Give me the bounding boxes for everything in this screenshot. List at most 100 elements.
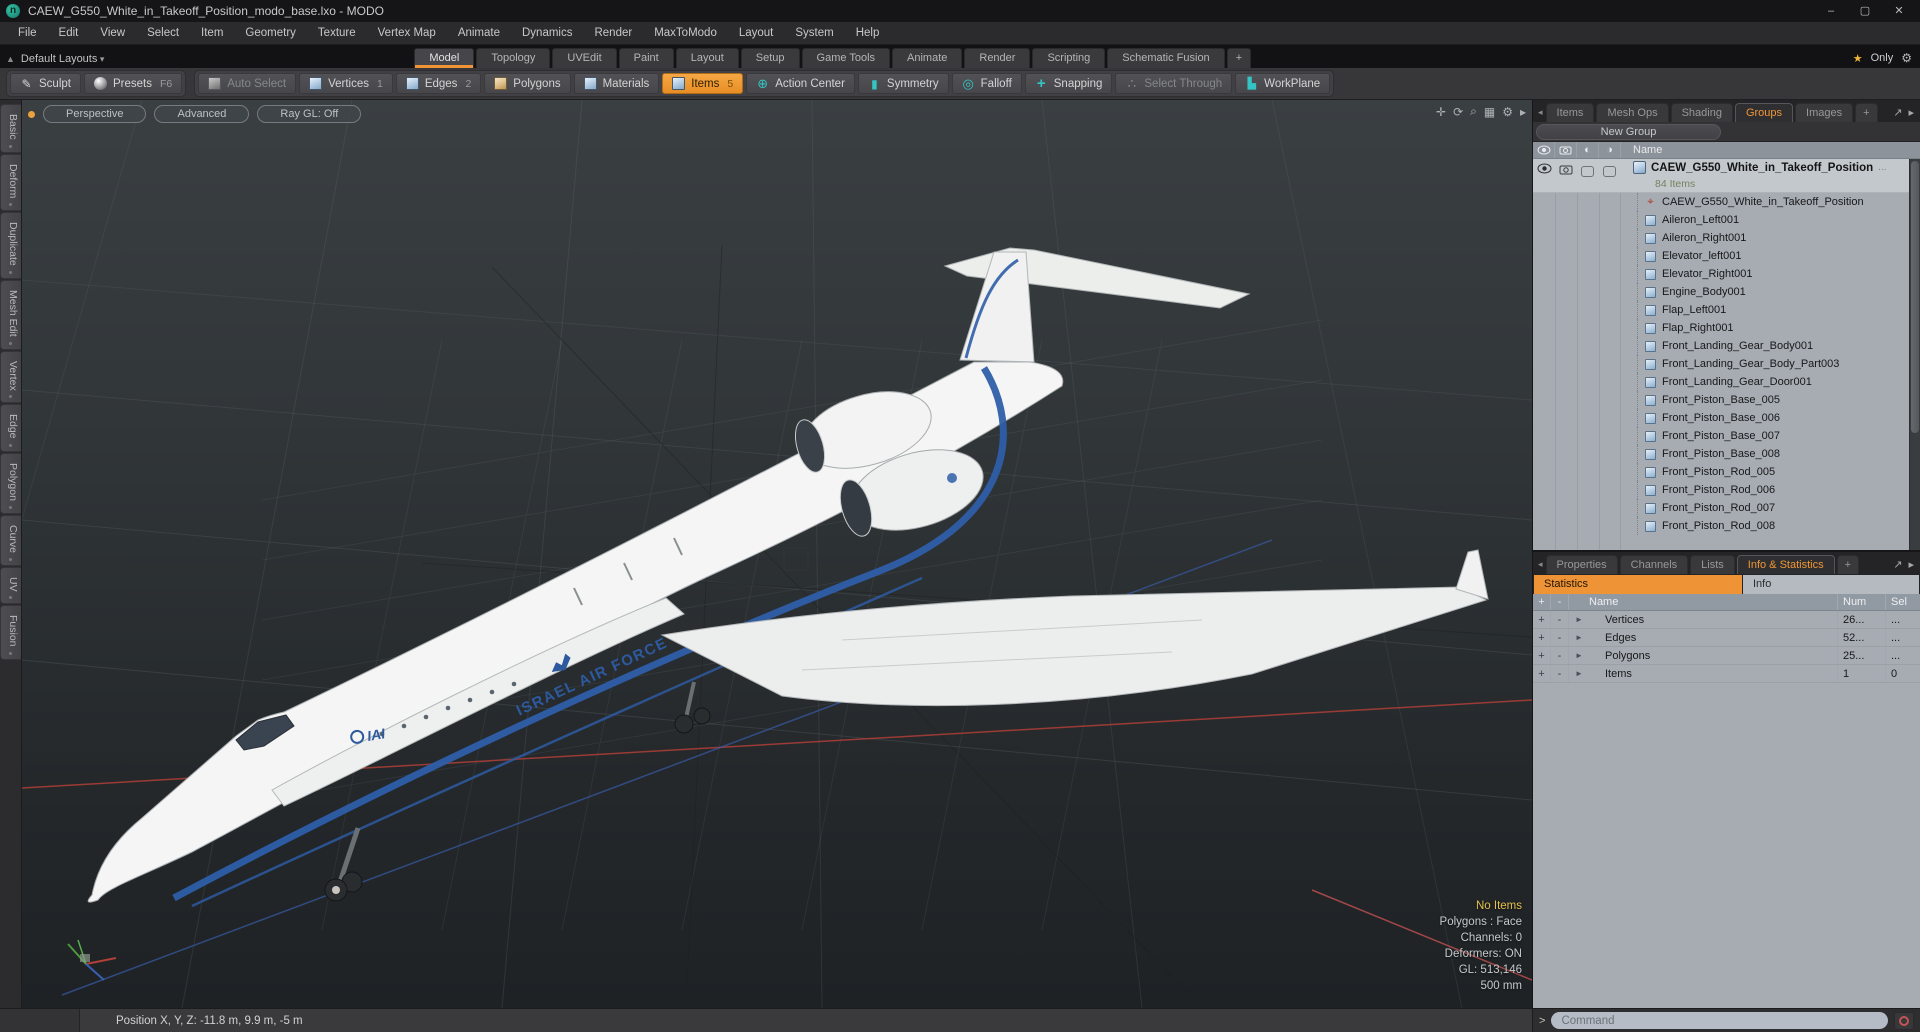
layout-tab-layout[interactable]: Layout — [675, 48, 739, 68]
row-expand-icon[interactable]: + — [1533, 665, 1551, 682]
menu-render[interactable]: Render — [584, 24, 642, 42]
left-tab-edge[interactable]: Edge — [0, 404, 21, 452]
panel-tab-mesh-ops[interactable]: Mesh Ops — [1596, 103, 1669, 122]
menu-vertex-map[interactable]: Vertex Map — [368, 24, 446, 42]
layout-tab-setup[interactable]: Setup — [740, 48, 800, 68]
group-item-front-landing-gear-body001[interactable]: Front_Landing_Gear_Body001 — [1533, 337, 1909, 355]
viewport-gear-icon[interactable]: ⚙ — [1502, 105, 1513, 119]
aircraft-model[interactable]: ISRAEL AIR FORCE IAI — [87, 247, 1489, 908]
row-arrow-icon[interactable]: ► — [1569, 611, 1589, 628]
left-tab-curve[interactable]: Curve — [0, 514, 21, 566]
visibility-eye-icon[interactable] — [1533, 142, 1555, 158]
subtab-statistics[interactable]: Statistics — [1534, 575, 1742, 594]
chevron-right-icon[interactable]: ▸ — [1520, 105, 1526, 119]
panel-tab-[interactable]: + — [1836, 555, 1860, 574]
panel-tab-lists[interactable]: Lists — [1690, 555, 1735, 574]
layout-tab-topology[interactable]: Topology — [476, 48, 551, 68]
gear-icon[interactable]: ⚙ — [1901, 51, 1912, 65]
items-button[interactable]: Items 5 — [662, 73, 744, 94]
auto-select-button[interactable]: Auto Select — [198, 73, 297, 94]
panel-tab-images[interactable]: Images — [1795, 103, 1854, 122]
workplane-button[interactable]: WorkPlane — [1235, 73, 1331, 94]
snapping-button[interactable]: Snapping — [1024, 73, 1113, 94]
pan-icon[interactable]: ✛ — [1436, 105, 1446, 119]
filter-a-icon[interactable]: ◐ — [1577, 142, 1599, 158]
Items[interactable]: + - ► Items 1 0 — [1533, 665, 1920, 683]
row-expand-icon[interactable]: + — [1533, 611, 1551, 628]
group-item-caew-g550-white-in-takeoff-position[interactable]: CAEW_G550_White_in_Takeoff_Position — [1533, 193, 1909, 211]
layout-tab-paint[interactable]: Paint — [618, 48, 674, 68]
scrollbar-thumb[interactable] — [1911, 161, 1919, 433]
camera-mode-button[interactable]: Perspective — [43, 105, 147, 123]
row-expand-icon[interactable]: + — [1533, 629, 1551, 646]
layout-tab-model[interactable]: Model — [414, 48, 475, 68]
panel-menu-icon[interactable]: ▸ — [1906, 106, 1916, 122]
group-item-front-piston-base-007[interactable]: Front_Piston_Base_007 — [1533, 427, 1909, 445]
panel-tab-[interactable]: + — [1855, 103, 1878, 122]
group-item-aileron-right001[interactable]: Aileron_Right001 — [1533, 229, 1909, 247]
expand-panel-icon[interactable]: ↗ — [1891, 106, 1904, 122]
Vertices[interactable]: + - ► Vertices 26... ... — [1533, 611, 1920, 629]
falloff-button[interactable]: Falloff — [951, 73, 1022, 94]
group-item-front-piston-rod-007[interactable]: Front_Piston_Rod_007 — [1533, 499, 1909, 517]
row-arrow-icon[interactable]: ► — [1569, 665, 1589, 682]
layout-tab-game-tools[interactable]: Game Tools — [801, 48, 891, 68]
row-collapse-icon[interactable]: - — [1551, 611, 1569, 628]
panel-tab-items[interactable]: Items — [1545, 103, 1595, 122]
group-item-front-piston-rod-005[interactable]: Front_Piston_Rod_005 — [1533, 463, 1909, 481]
Edges[interactable]: + - ► Edges 52... ... — [1533, 629, 1920, 647]
collapse-all-column[interactable]: - — [1551, 594, 1569, 610]
group-item-front-landing-gear-door001[interactable]: Front_Landing_Gear_Door001 — [1533, 373, 1909, 391]
select-through-button[interactable]: Select Through — [1115, 73, 1233, 94]
menu-edit[interactable]: Edit — [49, 24, 89, 42]
menu-item[interactable]: Item — [191, 24, 233, 42]
left-tab-mesh-edit[interactable]: Mesh Edit — [0, 279, 21, 350]
menu-texture[interactable]: Texture — [308, 24, 366, 42]
group-item-flap-right001[interactable]: Flap_Right001 — [1533, 319, 1909, 337]
close-button[interactable]: ✕ — [1884, 2, 1914, 20]
group-more[interactable]: ... — [1878, 162, 1886, 173]
render-camera-icon[interactable] — [1555, 142, 1577, 158]
layouts-pin-icon[interactable]: ▲ — [6, 54, 15, 64]
group-item-front-piston-base-008[interactable]: Front_Piston_Base_008 — [1533, 445, 1909, 463]
row-checkbox-b[interactable] — [1603, 166, 1616, 177]
menu-help[interactable]: Help — [846, 24, 890, 42]
group-item-aileron-left001[interactable]: Aileron_Left001 — [1533, 211, 1909, 229]
menu-geometry[interactable]: Geometry — [235, 24, 306, 42]
menu-select[interactable]: Select — [137, 24, 189, 42]
tab-scroll-left-icon[interactable]: ◂ — [1537, 107, 1544, 122]
vertices-button[interactable]: Vertices 1 — [299, 73, 393, 94]
group-item-engine-body001[interactable]: Engine_Body001 — [1533, 283, 1909, 301]
menu-view[interactable]: View — [90, 24, 135, 42]
orbit-icon[interactable]: ⟳ — [1453, 105, 1463, 119]
menu-layout[interactable]: Layout — [729, 24, 784, 42]
layout-tab-[interactable]: + — [1226, 48, 1252, 68]
groups-scrollbar[interactable] — [1909, 159, 1920, 550]
left-tab-vertex[interactable]: Vertex — [0, 350, 21, 404]
record-button[interactable] — [1894, 1011, 1914, 1030]
symmetry-button[interactable]: Symmetry — [857, 73, 949, 94]
layout-tab-schematic-fusion[interactable]: Schematic Fusion — [1107, 48, 1225, 68]
edges-button[interactable]: Edges 2 — [395, 73, 482, 94]
group-item-front-piston-base-006[interactable]: Front_Piston_Base_006 — [1533, 409, 1909, 427]
3d-viewport[interactable]: ISRAEL AIR FORCE IAI Perspective Advance… — [22, 100, 1532, 1008]
viewport-canvas[interactable]: ISRAEL AIR FORCE IAI — [22, 100, 1532, 1008]
group-item-front-piston-rod-006[interactable]: Front_Piston_Rod_006 — [1533, 481, 1909, 499]
panel-tab-channels[interactable]: Channels — [1619, 555, 1689, 574]
layout-tab-render[interactable]: Render — [964, 48, 1031, 68]
default-layouts-dropdown[interactable]: Default Layouts — [21, 53, 104, 65]
row-arrow-icon[interactable]: ► — [1569, 629, 1589, 646]
row-arrow-icon[interactable]: ► — [1569, 647, 1589, 664]
group-row-selected[interactable]: CAEW_G550_White_in_Takeoff_Position ... … — [1533, 159, 1920, 193]
row-collapse-icon[interactable]: - — [1551, 665, 1569, 682]
new-group-button[interactable]: New Group — [1536, 123, 1721, 140]
menu-animate[interactable]: Animate — [448, 24, 510, 42]
favorite-star-icon[interactable]: ★ — [1853, 52, 1863, 65]
expand-panel-icon-2[interactable]: ↗ — [1891, 558, 1904, 574]
panel-tab-shading[interactable]: Shading — [1670, 103, 1733, 122]
left-tab-polygon[interactable]: Polygon — [0, 452, 21, 514]
group-item-front-piston-base-005[interactable]: Front_Piston_Base_005 — [1533, 391, 1909, 409]
menu-dynamics[interactable]: Dynamics — [512, 24, 582, 42]
subtab-info[interactable]: Info — [1743, 575, 1919, 594]
left-tab-uv[interactable]: UV — [0, 566, 21, 605]
